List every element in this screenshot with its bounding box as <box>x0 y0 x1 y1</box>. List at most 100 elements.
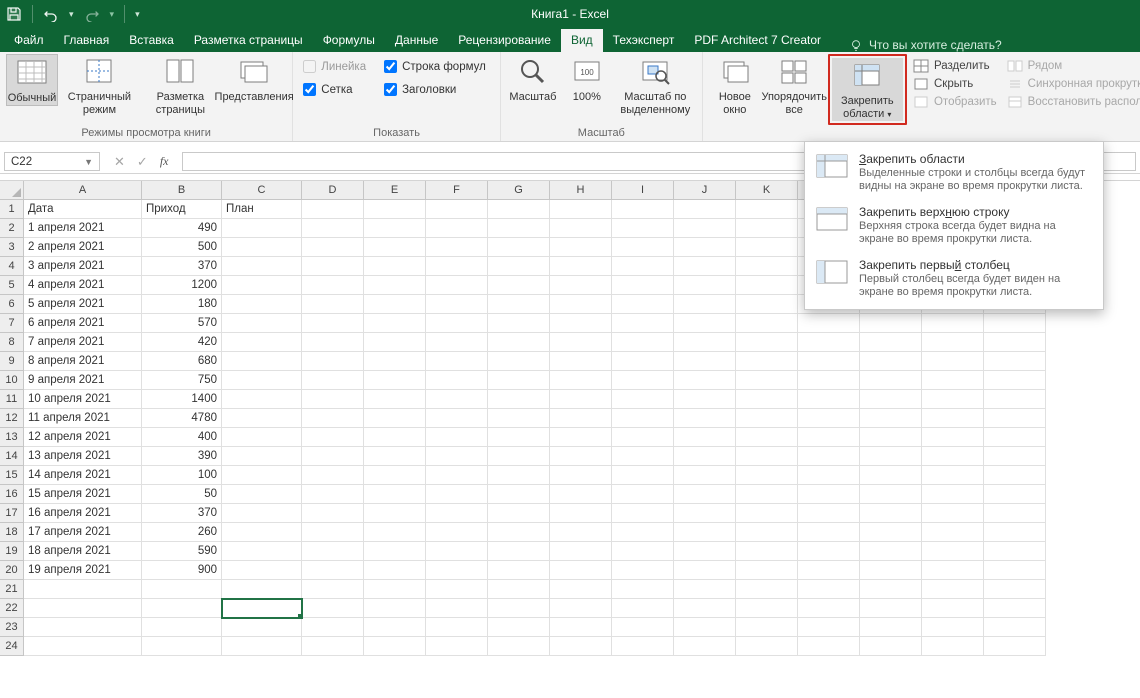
cell[interactable] <box>364 447 426 466</box>
cell[interactable] <box>364 542 426 561</box>
tab-2[interactable]: Вставка <box>119 29 184 52</box>
cell[interactable] <box>798 371 860 390</box>
cell[interactable] <box>488 352 550 371</box>
cell[interactable]: 10 апреля 2021 <box>24 390 142 409</box>
cell[interactable]: 1 апреля 2021 <box>24 219 142 238</box>
cell[interactable] <box>984 447 1046 466</box>
cell[interactable] <box>426 542 488 561</box>
cell[interactable] <box>550 295 612 314</box>
cell[interactable] <box>426 219 488 238</box>
cell[interactable] <box>674 219 736 238</box>
cell[interactable] <box>302 447 364 466</box>
cell[interactable] <box>860 390 922 409</box>
cell[interactable] <box>984 352 1046 371</box>
row-header[interactable]: 9 <box>0 352 24 371</box>
cell[interactable] <box>798 333 860 352</box>
cell[interactable] <box>364 219 426 238</box>
cell[interactable] <box>674 599 736 618</box>
cell[interactable] <box>222 637 302 656</box>
cell[interactable] <box>736 257 798 276</box>
row-header[interactable]: 8 <box>0 333 24 352</box>
cell[interactable] <box>860 504 922 523</box>
cell[interactable] <box>922 466 984 485</box>
cell[interactable] <box>426 200 488 219</box>
row-header[interactable]: 3 <box>0 238 24 257</box>
tab-7[interactable]: Вид <box>561 29 603 52</box>
cell[interactable] <box>798 599 860 618</box>
cell[interactable] <box>612 390 674 409</box>
cell[interactable] <box>860 447 922 466</box>
cell[interactable]: 180 <box>142 295 222 314</box>
cell[interactable] <box>798 637 860 656</box>
cell[interactable] <box>222 580 302 599</box>
cell[interactable] <box>222 276 302 295</box>
tab-9[interactable]: PDF Architect 7 Creator <box>684 29 831 52</box>
cell[interactable] <box>426 618 488 637</box>
cell[interactable] <box>798 390 860 409</box>
cell[interactable] <box>860 523 922 542</box>
cell[interactable] <box>222 371 302 390</box>
arrange-all-button[interactable]: Упорядочить все <box>763 54 826 117</box>
cell[interactable] <box>488 314 550 333</box>
cell[interactable]: 50 <box>142 485 222 504</box>
cell[interactable] <box>612 599 674 618</box>
cell[interactable] <box>984 504 1046 523</box>
undo-more-icon[interactable]: ▾ <box>69 9 74 20</box>
save-icon[interactable] <box>6 6 22 22</box>
redo-more-icon[interactable]: ▾ <box>110 9 115 20</box>
zoom-button[interactable]: Масштаб <box>507 54 559 104</box>
tab-1[interactable]: Главная <box>54 29 120 52</box>
col-header-H[interactable]: H <box>550 181 612 200</box>
cell[interactable]: Приход <box>142 200 222 219</box>
cell[interactable] <box>612 485 674 504</box>
cell[interactable] <box>612 561 674 580</box>
cell[interactable] <box>984 409 1046 428</box>
cell[interactable] <box>736 542 798 561</box>
cell[interactable] <box>364 333 426 352</box>
cell[interactable] <box>302 466 364 485</box>
cell[interactable] <box>488 409 550 428</box>
cell[interactable] <box>488 200 550 219</box>
cell[interactable]: 3 апреля 2021 <box>24 257 142 276</box>
cell[interactable] <box>736 371 798 390</box>
cell[interactable] <box>860 409 922 428</box>
cell[interactable] <box>302 276 364 295</box>
col-header-G[interactable]: G <box>488 181 550 200</box>
cell[interactable] <box>550 390 612 409</box>
cell[interactable] <box>674 295 736 314</box>
tab-5[interactable]: Данные <box>385 29 448 52</box>
cell[interactable] <box>922 599 984 618</box>
cell[interactable] <box>612 504 674 523</box>
cell[interactable] <box>984 580 1046 599</box>
cell[interactable] <box>364 295 426 314</box>
cell[interactable] <box>426 599 488 618</box>
cell[interactable] <box>302 352 364 371</box>
cell[interactable] <box>550 504 612 523</box>
cell[interactable] <box>736 295 798 314</box>
chk-gridlines[interactable]: Сетка <box>303 83 366 96</box>
row-header[interactable]: 17 <box>0 504 24 523</box>
cell[interactable] <box>302 390 364 409</box>
cell[interactable]: 570 <box>142 314 222 333</box>
row-header[interactable]: 6 <box>0 295 24 314</box>
cell[interactable] <box>984 523 1046 542</box>
col-header-B[interactable]: B <box>142 181 222 200</box>
chk-formula-bar[interactable]: Строка формул <box>384 60 486 73</box>
row-header[interactable]: 23 <box>0 618 24 637</box>
cell[interactable] <box>674 409 736 428</box>
cell[interactable] <box>488 428 550 447</box>
cell[interactable] <box>612 428 674 447</box>
cell[interactable] <box>550 333 612 352</box>
cell[interactable] <box>364 276 426 295</box>
cell[interactable]: 8 апреля 2021 <box>24 352 142 371</box>
col-header-F[interactable]: F <box>426 181 488 200</box>
cell[interactable] <box>302 504 364 523</box>
cell[interactable] <box>674 637 736 656</box>
cell[interactable] <box>302 333 364 352</box>
cell[interactable] <box>612 238 674 257</box>
cell[interactable] <box>302 409 364 428</box>
row-header[interactable]: 24 <box>0 637 24 656</box>
cell[interactable] <box>302 580 364 599</box>
view-pagelayout-button[interactable]: Разметка страницы <box>141 54 220 117</box>
row-header[interactable]: 11 <box>0 390 24 409</box>
